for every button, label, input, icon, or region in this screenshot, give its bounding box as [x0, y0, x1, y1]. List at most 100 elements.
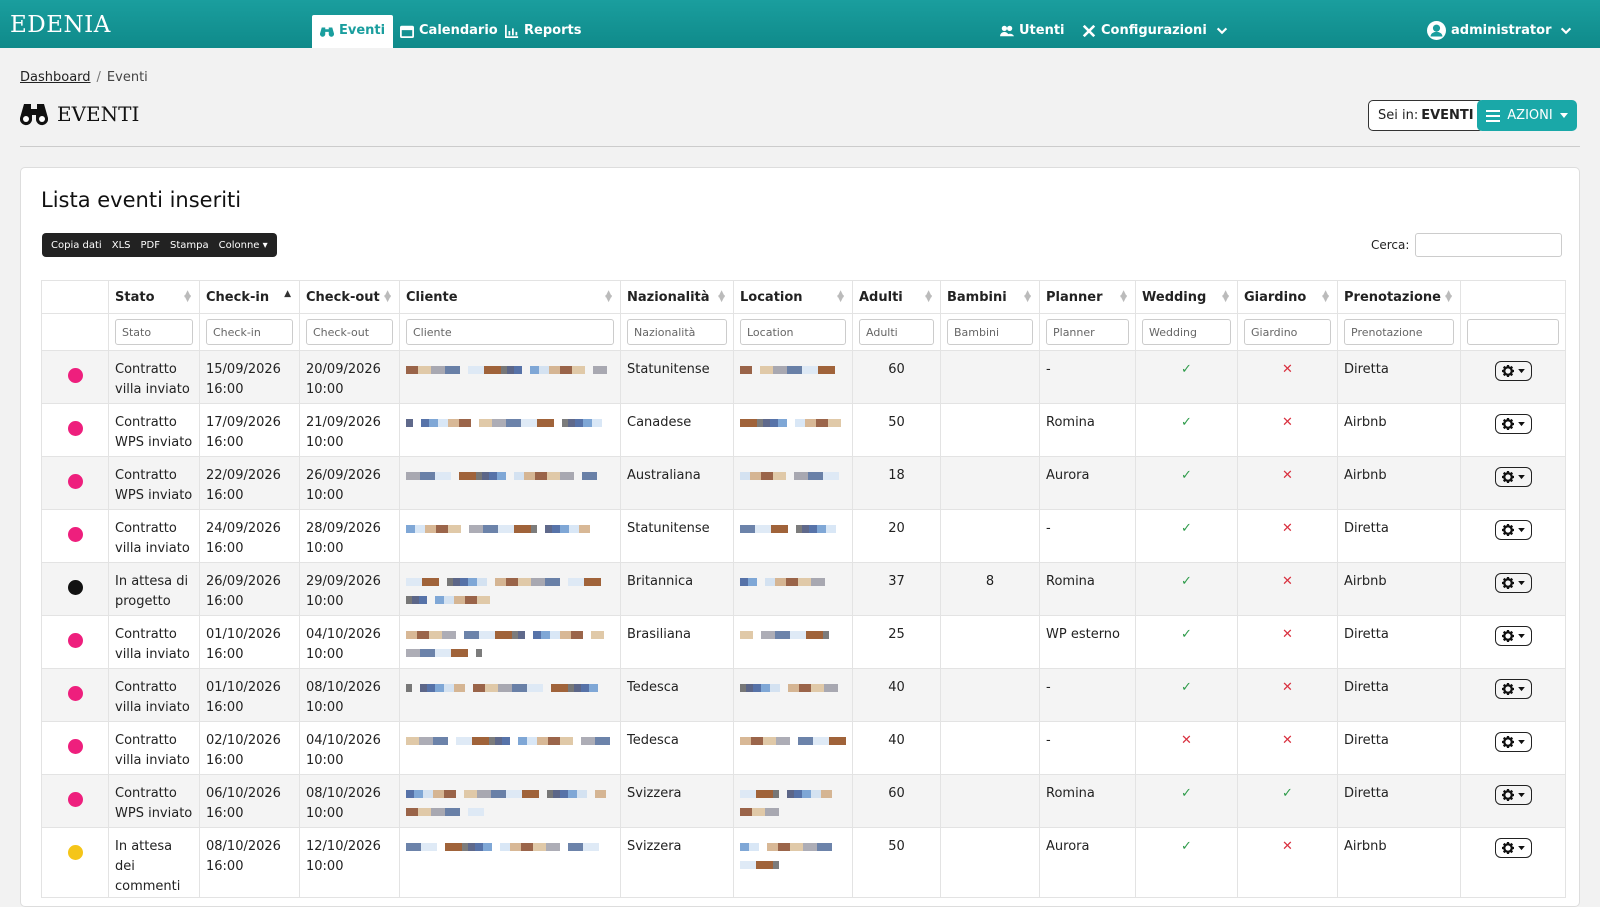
- brand-logo[interactable]: EDENIA: [10, 12, 111, 38]
- column-header[interactable]: Bambini ▲ ▼: [940, 280, 1040, 314]
- nav-utenti[interactable]: Utenti: [992, 14, 1073, 48]
- user-menu[interactable]: administrator: [1419, 14, 1581, 48]
- column-header[interactable]: Adulti ▲ ▼: [852, 280, 941, 314]
- row-actions-button[interactable]: [1494, 414, 1532, 434]
- sort-icon[interactable]: ▲ ▼: [384, 290, 391, 304]
- sort-icon[interactable]: ▲ ▼: [1024, 290, 1031, 304]
- prenotazione-cell: Airbnb: [1337, 827, 1461, 898]
- print-button[interactable]: Stampa: [165, 240, 214, 251]
- column-filter-input[interactable]: [859, 319, 934, 345]
- column-header-label: Cliente: [406, 290, 458, 305]
- row-actions-button[interactable]: [1494, 679, 1532, 699]
- row-actions-button[interactable]: [1494, 467, 1532, 487]
- column-filter-input[interactable]: [1467, 319, 1559, 345]
- row-actions-button[interactable]: [1494, 838, 1532, 858]
- column-header[interactable]: Giardino ▲ ▼: [1237, 280, 1338, 314]
- stato-text: villa inviato: [115, 382, 190, 397]
- row-actions-button[interactable]: [1494, 732, 1532, 752]
- column-filter-input[interactable]: [740, 319, 846, 345]
- column-header[interactable]: Check-in ▲: [199, 280, 300, 314]
- table-row[interactable]: Contratto WPS inviato 06/10/2026 16:00 08/10…: [41, 774, 1566, 828]
- planner-text: -: [1046, 521, 1051, 536]
- status-dot: [67, 474, 83, 489]
- column-header[interactable]: Wedding ▲ ▼: [1135, 280, 1238, 314]
- nav-configurazioni[interactable]: Configurazioni: [1074, 14, 1237, 48]
- row-actions-button[interactable]: [1494, 361, 1532, 381]
- column-filter-input[interactable]: [115, 319, 193, 345]
- check-icon: ✓: [1181, 627, 1192, 642]
- row-actions-button[interactable]: [1494, 520, 1532, 540]
- giardino-cell: ✕: [1237, 562, 1338, 616]
- row-actions-button[interactable]: [1494, 573, 1532, 593]
- column-filter-input[interactable]: [206, 319, 293, 345]
- nav-eventi[interactable]: Eventi: [312, 15, 394, 48]
- pdf-button[interactable]: PDF: [136, 240, 165, 251]
- column-header[interactable]: Prenotazione ▲ ▼: [1337, 280, 1461, 314]
- row-actions-button[interactable]: [1494, 626, 1532, 646]
- checkin-time: 16:00: [206, 859, 244, 874]
- column-filter-input[interactable]: [947, 319, 1033, 345]
- caret-down-icon: [1517, 421, 1525, 426]
- giardino-cell: ✕: [1237, 350, 1338, 404]
- copy-button[interactable]: Copia dati: [46, 240, 107, 251]
- column-filter-input[interactable]: [1244, 319, 1331, 345]
- location-button[interactable]: Sei in: EVENTI: [1368, 100, 1484, 131]
- planner-cell: WP esterno: [1039, 615, 1136, 669]
- table-row[interactable]: Contratto WPS inviato 22/09/2026 16:00 26/09…: [41, 456, 1566, 510]
- adulti-cell: 50: [852, 403, 941, 457]
- column-filter-input[interactable]: [1344, 319, 1454, 345]
- nav-reports[interactable]: Reports: [497, 14, 589, 48]
- column-filter-input[interactable]: [627, 319, 727, 345]
- sort-icon[interactable]: ▲ ▼: [605, 290, 612, 304]
- xls-button[interactable]: XLS: [107, 240, 136, 251]
- column-filter-input[interactable]: [1046, 319, 1129, 345]
- stato-text: WPS inviato: [115, 806, 193, 821]
- wedding-cell: ✓: [1135, 615, 1238, 669]
- planner-cell: -: [1039, 509, 1136, 563]
- giardino-cell: ✕: [1237, 509, 1338, 563]
- sort-icon[interactable]: ▲ ▼: [1322, 290, 1329, 304]
- column-header[interactable]: Stato ▲ ▼: [108, 280, 200, 314]
- caret-down-icon: [1517, 580, 1525, 585]
- cliente-cell: [399, 774, 621, 828]
- sort-icon[interactable]: ▲ ▼: [925, 290, 932, 304]
- table-row[interactable]: Contratto villa inviato 15/09/2026 16:00 20/…: [41, 350, 1566, 404]
- column-filter-input[interactable]: [1142, 319, 1231, 345]
- adulti-value: 50: [888, 415, 905, 430]
- prenotazione-cell: Diretta: [1337, 615, 1461, 669]
- column-header[interactable]: Nazionalità ▲ ▼: [620, 280, 734, 314]
- table-row[interactable]: Contratto villa inviato 01/10/2026 16:00 08/…: [41, 668, 1566, 722]
- columns-button[interactable]: Colonne ▾: [214, 240, 273, 251]
- row-actions-button[interactable]: [1494, 785, 1532, 805]
- checkout-time: 10:00: [306, 700, 344, 715]
- column-header[interactable]: Location ▲ ▼: [733, 280, 853, 314]
- sort-icon[interactable]: ▲ ▼: [184, 290, 191, 304]
- table-row[interactable]: Contratto villa inviato 24/09/2026 16:00 28/…: [41, 509, 1566, 563]
- table-row[interactable]: Contratto WPS inviato 17/09/2026 16:00 21/09…: [41, 403, 1566, 457]
- sort-icon[interactable]: ▲ ▼: [837, 290, 844, 304]
- table-row[interactable]: In attesa di progetto 26/09/2026 16:00 29/09…: [41, 562, 1566, 616]
- checkout-time: 10:00: [306, 859, 344, 874]
- checkin-cell: 15/09/2026 16:00: [199, 350, 300, 404]
- checkin-cell: 26/09/2026 16:00: [199, 562, 300, 616]
- table-row[interactable]: In attesa dei commenti 08/10/2026 16:00 12/1…: [41, 827, 1566, 898]
- azioni-button[interactable]: AZIONI: [1477, 100, 1577, 131]
- column-filter-input[interactable]: [306, 319, 393, 345]
- sort-icon[interactable]: ▲ ▼: [1445, 290, 1452, 304]
- sort-icon[interactable]: ▲ ▼: [1222, 290, 1229, 304]
- sort-icon[interactable]: ▲ ▼: [1120, 290, 1127, 304]
- sort-icon[interactable]: ▲ ▼: [718, 290, 725, 304]
- breadcrumb-dashboard[interactable]: Dashboard: [20, 70, 91, 85]
- table-row[interactable]: Contratto villa inviato 02/10/2026 16:00 04/…: [41, 721, 1566, 775]
- sort-icon[interactable]: ▲: [284, 290, 291, 299]
- column-header[interactable]: Check-out ▲ ▼: [299, 280, 400, 314]
- column-header[interactable]: Cliente ▲ ▼: [399, 280, 621, 314]
- column-filter-input[interactable]: [406, 319, 614, 345]
- cliente-cell: [399, 668, 621, 722]
- column-header[interactable]: Planner ▲ ▼: [1039, 280, 1136, 314]
- table-row[interactable]: Contratto villa inviato 01/10/2026 16:00 04/…: [41, 615, 1566, 669]
- checkout-time: 10:00: [306, 753, 344, 768]
- search-input[interactable]: [1415, 233, 1563, 257]
- nav-calendario[interactable]: Calendario: [392, 14, 506, 48]
- checkin-time: 16:00: [206, 753, 244, 768]
